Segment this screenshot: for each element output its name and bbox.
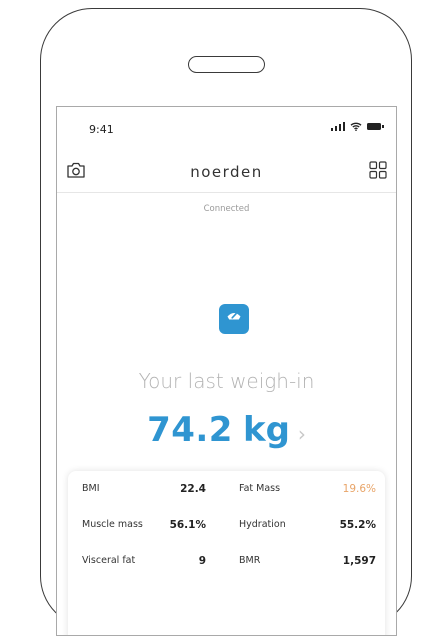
wifi-icon — [350, 122, 362, 131]
phone-speaker — [188, 56, 265, 73]
grid-icon — [369, 161, 387, 179]
scale-button[interactable] — [219, 304, 249, 338]
chevron-right-icon: › — [297, 422, 306, 446]
nav-divider — [57, 192, 396, 193]
metric-label: BMR — [239, 555, 261, 566]
metric-value: 22.4 — [180, 483, 206, 495]
metric-label: Fat Mass — [239, 483, 281, 494]
weigh-in-title: Your last weigh-in — [138, 369, 315, 393]
battery-icon — [367, 123, 384, 130]
metric-value: 9 — [198, 555, 206, 567]
metric-label: Hydration — [239, 519, 286, 530]
metric-label: Visceral fat — [82, 555, 136, 566]
metric-value: 19.6% — [342, 483, 376, 495]
weight-value: 74.2 — [147, 410, 233, 450]
connection-status: Connected — [203, 204, 250, 214]
last-weight-link[interactable]: 74.2 kg › — [57, 410, 396, 450]
app-screen: 9:41 noerden Connected Your last weigh-i… — [56, 106, 397, 636]
metric-value: 56.1% — [169, 519, 206, 531]
metric-label: BMI — [82, 483, 100, 494]
metric-row: Muscle mass 56.1% Hydration 55.2% — [68, 507, 385, 543]
brand-logo: noerden — [190, 163, 263, 181]
metric-row: Visceral fat 9 BMR 1,597 — [68, 543, 385, 579]
metric-row: BMI 22.4 Fat Mass 19.6% — [68, 471, 385, 507]
metric-value: 1,597 — [342, 555, 376, 567]
metrics-card: BMI 22.4 Fat Mass 19.6% Muscle mass 56.1… — [68, 471, 385, 635]
cellular-signal-icon — [330, 122, 345, 131]
status-icons — [330, 122, 384, 131]
scale-icon — [219, 304, 249, 334]
status-time: 9:41 — [89, 123, 114, 136]
phone-frame: 9:41 noerden Connected Your last weigh-i… — [40, 8, 412, 636]
metric-value: 55.2% — [339, 519, 376, 531]
weight-unit: kg — [242, 410, 290, 450]
metric-label: Muscle mass — [82, 519, 143, 530]
grid-menu-button[interactable] — [369, 161, 387, 183]
